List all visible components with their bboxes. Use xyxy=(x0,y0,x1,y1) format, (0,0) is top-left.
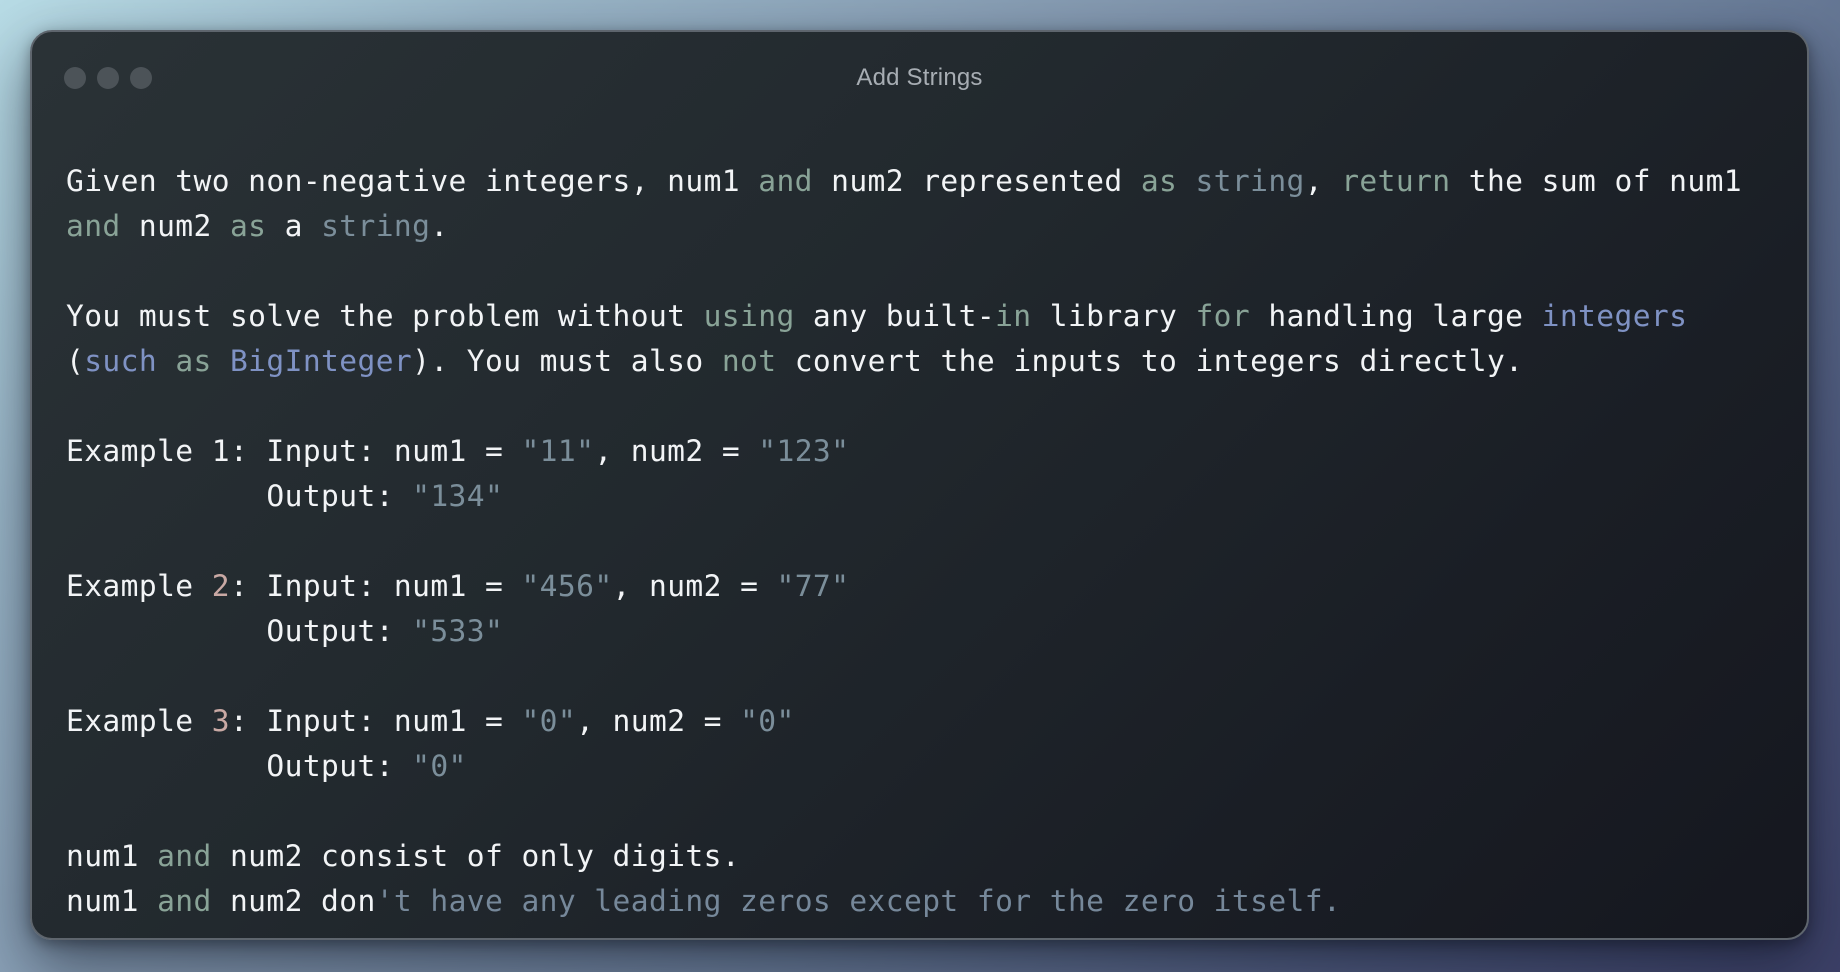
code-token: , num2 = xyxy=(594,434,759,468)
code-token: num1 xyxy=(66,839,158,873)
code-token: and xyxy=(157,839,212,873)
code-token: return xyxy=(1341,164,1451,198)
code-token: as xyxy=(1140,164,1178,198)
code-token: the sum of num1 xyxy=(1450,164,1743,198)
code-token: Example xyxy=(66,569,212,603)
code-token: "0" xyxy=(412,749,467,783)
code-token: "123" xyxy=(758,434,850,468)
code-token: "11" xyxy=(521,434,595,468)
code-token: Output: xyxy=(66,479,413,513)
code-line: num1 and num2 don't have any leading zer… xyxy=(66,879,1742,924)
code-token: in xyxy=(995,299,1032,333)
code-token: handling large xyxy=(1250,299,1542,333)
code-token: num2 xyxy=(120,209,230,243)
code-token: 't have any leading zeros except for the… xyxy=(375,884,1342,918)
code-line: num1 and num2 consist of only digits. xyxy=(66,834,1742,879)
code-token: Given two non-negative integers, num1 xyxy=(66,164,759,198)
code-content: Given two non-negative integers, num1 an… xyxy=(66,159,1742,924)
code-token: BigInteger xyxy=(229,344,413,378)
code-token: Example xyxy=(66,704,212,738)
code-line: Example 3: Input: num1 = "0", num2 = "0" xyxy=(66,699,1742,744)
code-token: , num2 = xyxy=(576,704,741,738)
code-token: Output: xyxy=(66,614,413,648)
code-token: as xyxy=(229,209,267,243)
code-line: Output: "533" xyxy=(66,609,1742,654)
code-token: a xyxy=(266,209,322,243)
code-token: string xyxy=(1195,164,1305,198)
code-line: Example 1: Input: num1 = "11", num2 = "1… xyxy=(66,429,1742,474)
code-token: library xyxy=(1031,299,1196,333)
window-title: Add Strings xyxy=(856,64,983,91)
code-token: num1 xyxy=(66,884,158,918)
code-token: 3 xyxy=(211,704,230,738)
code-token: and xyxy=(758,164,813,198)
code-line: and num2 as a string. xyxy=(66,204,1742,249)
code-token: num2 consist of only digits. xyxy=(211,839,741,873)
code-token: : Input: num1 = xyxy=(229,569,522,603)
code-line: (such as BigInteger). You must also not … xyxy=(66,339,1742,384)
code-token: ( xyxy=(66,344,85,378)
code-token: using xyxy=(703,299,795,333)
code-token: num2 don xyxy=(211,884,376,918)
code-token: You must solve the problem without xyxy=(66,299,704,333)
code-token: not xyxy=(721,344,777,378)
code-token: : Input: num1 = xyxy=(229,704,522,738)
code-token: for xyxy=(1195,299,1251,333)
title-bar: Add Strings xyxy=(32,32,1807,122)
code-token: as xyxy=(175,344,212,378)
code-token: integers xyxy=(1541,299,1688,333)
code-token: and xyxy=(157,884,212,918)
code-token: . xyxy=(430,209,449,243)
code-token: , num2 = xyxy=(612,569,777,603)
code-token: "456" xyxy=(521,569,613,603)
code-token: "134" xyxy=(412,479,504,513)
code-token: 2 xyxy=(211,569,230,603)
code-token: , xyxy=(1304,164,1342,198)
code-window: Add Strings Given two non-negative integ… xyxy=(30,30,1809,940)
code-token: "0" xyxy=(740,704,795,738)
code-token: "533" xyxy=(412,614,504,648)
code-token: convert the inputs to integers directly. xyxy=(776,344,1524,378)
code-line: You must solve the problem without using… xyxy=(66,294,1742,339)
code-line: Output: "134" xyxy=(66,474,1742,519)
code-token: and xyxy=(66,209,121,243)
code-token: num2 represented xyxy=(812,164,1141,198)
code-line: Output: "0" xyxy=(66,744,1742,789)
code-token: Output: xyxy=(66,749,413,783)
code-token: ). You must also xyxy=(412,344,722,378)
code-line: Example 2: Input: num1 = "456", num2 = "… xyxy=(66,564,1742,609)
code-token: such xyxy=(84,344,158,378)
code-token: Example 1: Input: num1 = xyxy=(66,434,522,468)
code-token: string xyxy=(321,209,431,243)
code-token: any built- xyxy=(794,299,996,333)
code-token: "77" xyxy=(776,569,850,603)
code-token: "0" xyxy=(521,704,577,738)
code-line: Given two non-negative integers, num1 an… xyxy=(66,159,1742,204)
